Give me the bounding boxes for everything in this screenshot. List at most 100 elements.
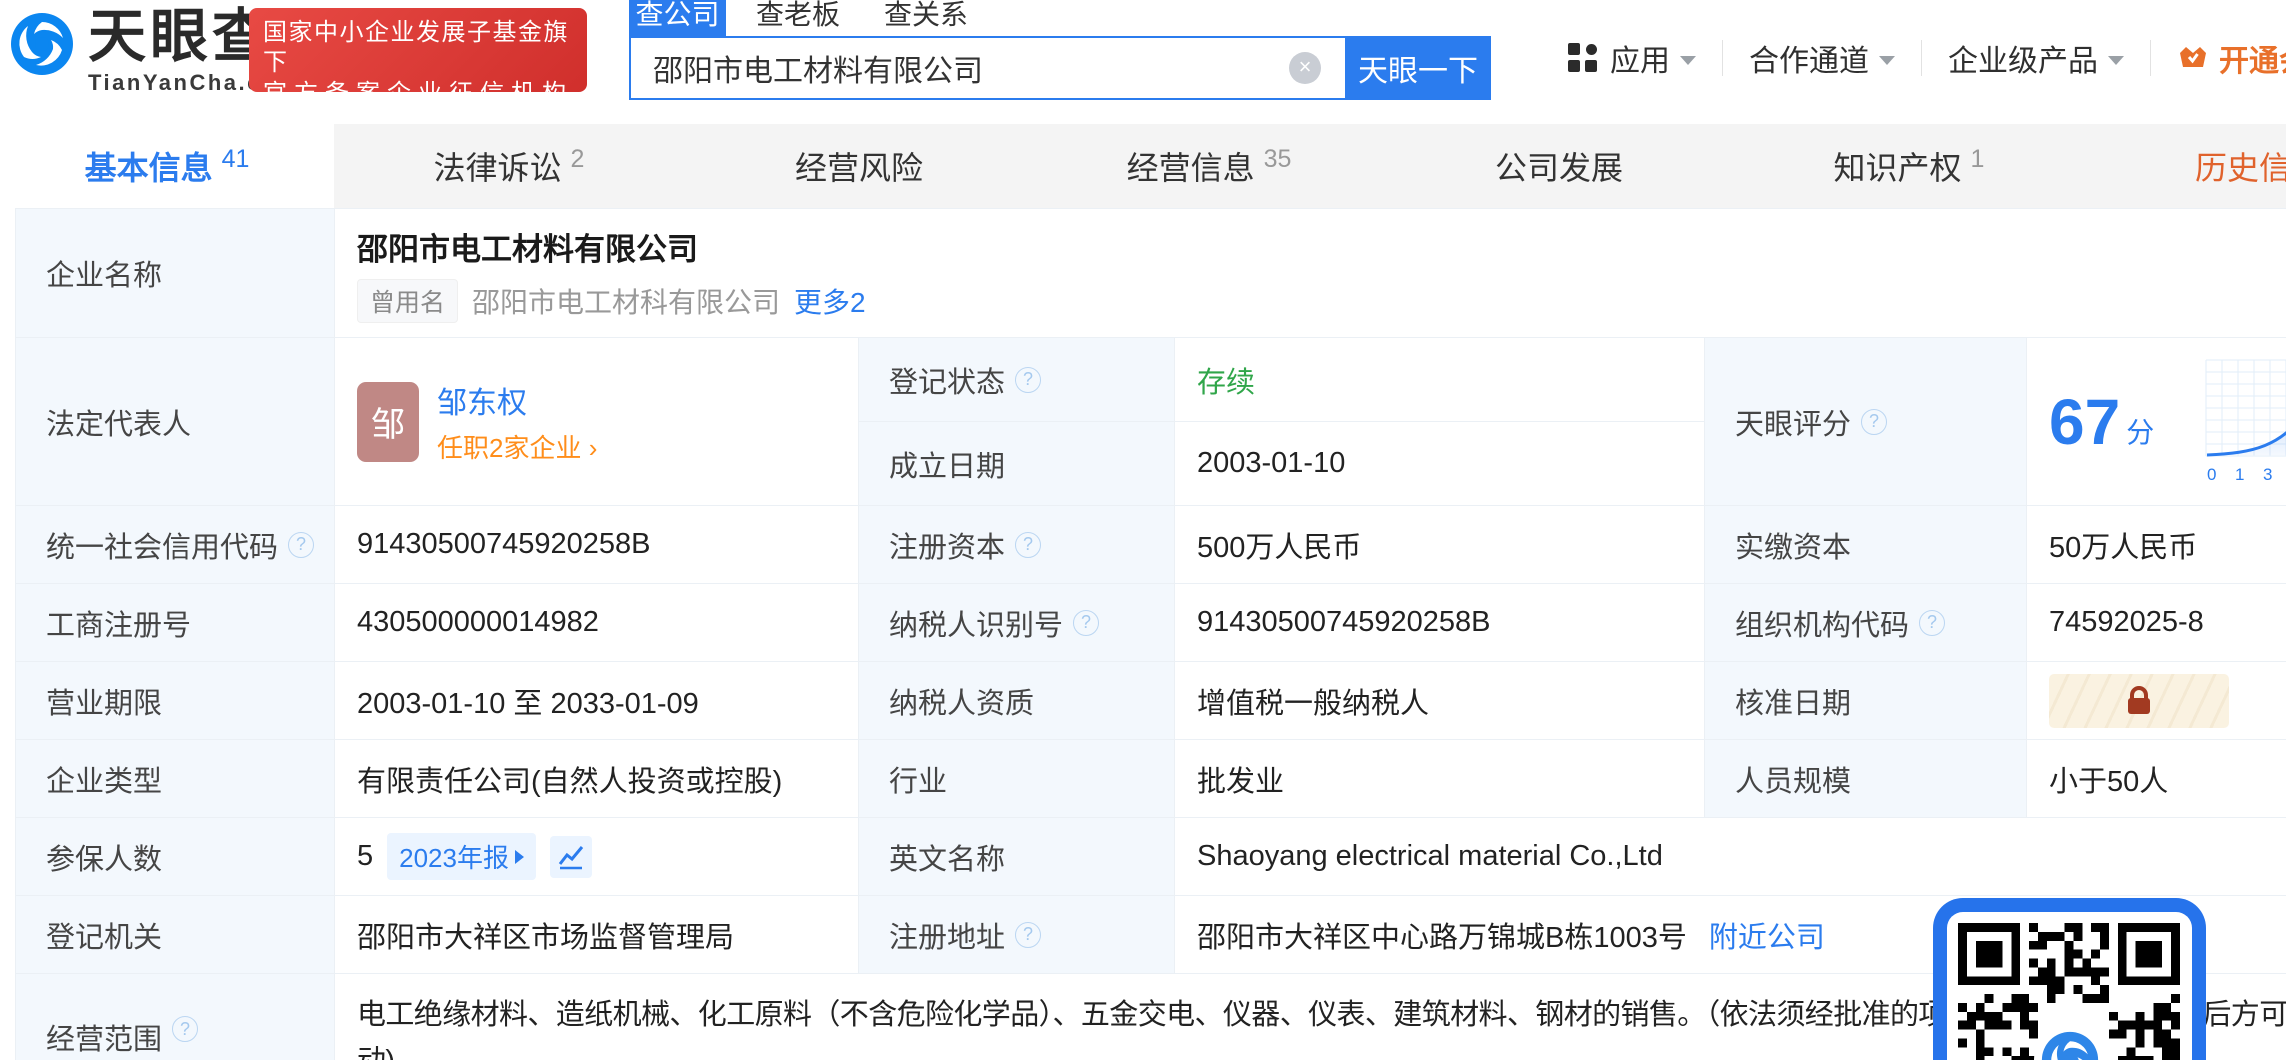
business-term-value: 2003-01-10 至 2033-01-09 <box>335 662 859 740</box>
menu-vip-label: 开通会员 <box>2219 36 2286 80</box>
help-icon[interactable]: ? <box>1015 922 1041 948</box>
chevron-right-icon: › <box>589 433 598 463</box>
tab-label: 知识产权 <box>1834 143 1962 189</box>
legal-rep-name-link[interactable]: 邹东权 <box>437 378 597 422</box>
legal-rep-positions-link[interactable]: 任职2家企业 › <box>437 428 597 465</box>
chevron-down-icon <box>1879 56 1895 65</box>
former-name: 邵阳市电工材科有限公司 <box>472 281 780 321</box>
help-icon[interactable]: ? <box>172 1016 198 1042</box>
tianyancha-swirl-icon <box>2040 1030 2100 1060</box>
chevron-down-icon <box>2108 56 2124 65</box>
vip-locked-field[interactable] <box>2049 674 2229 728</box>
legal-rep-avatar[interactable]: 邹 <box>357 382 419 462</box>
more-former-names-link[interactable]: 更多2 <box>794 281 866 321</box>
line-chart-icon <box>558 844 584 870</box>
nearby-companies-link[interactable]: 附近公司 <box>1709 914 1825 956</box>
tab-company-development[interactable]: 公司发展 <box>1384 124 1734 208</box>
value-text: 小于50人 <box>2049 758 2168 800</box>
label-text: 法定代表人 <box>46 401 191 443</box>
score-cell[interactable]: 67 分 <box>2027 338 2286 506</box>
search-tab-relation[interactable]: 查关系 <box>884 0 968 33</box>
search-input[interactable] <box>629 36 1345 100</box>
annual-report-link[interactable]: 2023年报 <box>387 833 536 880</box>
label-text: 核准日期 <box>1735 680 1851 722</box>
field-label-establish-date: 成立日期 <box>859 422 1175 506</box>
field-label-insured: 参保人数 <box>16 818 335 896</box>
tab-operation-risk[interactable]: 经营风险 <box>684 124 1034 208</box>
arrow-right-icon <box>515 850 524 864</box>
label-text: 经营范围 <box>46 1016 162 1058</box>
lock-icon <box>2126 686 2152 716</box>
help-icon[interactable]: ? <box>1073 610 1099 636</box>
menu-open-vip[interactable]: 开通会员 <box>2177 36 2286 80</box>
field-label-company-type: 企业类型 <box>16 740 335 818</box>
chart-tick-3: 3 <box>2263 465 2272 484</box>
help-icon[interactable]: ? <box>1919 610 1945 636</box>
label-text: 实缴资本 <box>1735 524 1851 566</box>
tab-count: 35 <box>1264 145 1292 174</box>
score-unit: 分 <box>2126 411 2154 451</box>
tab-label: 历史信息 <box>2195 143 2286 189</box>
tab-count: 41 <box>222 145 250 174</box>
insured-trend-chart-button[interactable] <box>550 836 592 878</box>
label-text: 行业 <box>889 758 947 800</box>
gov-badge-line1: 国家中小企业发展子基金旗下 <box>263 18 573 78</box>
value-text: 2003-01-10 至 2033-01-09 <box>357 680 699 722</box>
field-label-approval-date: 核准日期 <box>1705 662 2027 740</box>
label-text: 企业类型 <box>46 758 162 800</box>
score-mini-chart: 0 1 3 15 <box>2205 358 2286 486</box>
staff-size-value: 小于50人 <box>2027 740 2286 818</box>
label-text: 统一社会信用代码 <box>46 524 278 566</box>
help-icon[interactable]: ? <box>1015 367 1041 393</box>
search-tabs: 查公司 查老板 查关系 <box>629 0 1491 36</box>
english-name-value: Shaoyang electrical material Co.,Ltd <box>1175 818 2286 896</box>
company-name: 邵阳市电工材料有限公司 <box>357 224 698 269</box>
chart-tick-0: 0 <box>2207 465 2216 484</box>
field-label-business-scope: 经营范围 ? <box>16 974 335 1060</box>
tab-label: 经营信息 <box>1127 143 1255 189</box>
taxpayer-id-value: 91430500745920258B <box>1175 584 1705 662</box>
value-text: 500万人民币 <box>1197 524 1361 566</box>
label-text: 注册地址 <box>889 914 1005 956</box>
reg-status-value: 存续 <box>1175 338 1705 422</box>
search-tab-company[interactable]: 查公司 <box>629 0 726 36</box>
tianyancha-company-page: 天眼查 TianYanCha.com 国家中小企业发展子基金旗下 官方备案企业征… <box>0 0 2286 1060</box>
header: 天眼查 TianYanCha.com 国家中小企业发展子基金旗下 官方备案企业征… <box>0 0 2286 124</box>
credit-code-value: 91430500745920258B <box>335 506 859 584</box>
search-button[interactable]: 天眼一下 <box>1345 36 1491 100</box>
field-label-credit-code: 统一社会信用代码 ? <box>16 506 335 584</box>
menu-apps-label: 应用 <box>1610 36 1670 80</box>
tab-history-info[interactable]: 历史信息 <box>2084 124 2286 208</box>
chevron-down-icon <box>1680 56 1696 65</box>
menu-cooperation-label: 合作通道 <box>1749 36 1869 80</box>
tab-count: 2 <box>571 145 585 174</box>
section-tabbar: 基本信息 41 法律诉讼 2 经营风险 经营信息 35 公司发展 知识产权 1 <box>0 124 2286 208</box>
tab-legal-litigation[interactable]: 法律诉讼 2 <box>334 124 684 208</box>
label-text: 登记机关 <box>46 914 162 956</box>
status-badge: 存续 <box>1197 359 1255 401</box>
help-icon[interactable]: ? <box>1861 409 1887 435</box>
menu-enterprise-products[interactable]: 企业级产品 <box>1948 36 2124 80</box>
value-text: 91430500745920258B <box>357 528 651 561</box>
search-tab-boss[interactable]: 查老板 <box>756 0 840 33</box>
report-label: 2023年报 <box>399 838 509 875</box>
tab-intellectual-property[interactable]: 知识产权 1 <box>1734 124 2084 208</box>
value-text: 邵阳市大祥区市场监督管理局 <box>357 914 734 956</box>
company-type-value: 有限责任公司(自然人投资或控股) <box>335 740 859 818</box>
value-text: 增值税一般纳税人 <box>1197 680 1429 722</box>
value-text: 74592025-8 <box>2049 606 2204 639</box>
paid-capital-value: 50万人民币 <box>2027 506 2286 584</box>
value-text: 430500000014982 <box>357 606 599 639</box>
reg-capital-value: 500万人民币 <box>1175 506 1705 584</box>
field-label-company-name: 企业名称 <box>16 209 335 338</box>
value-text: 2003-01-10 <box>1197 447 1345 480</box>
menu-cooperation[interactable]: 合作通道 <box>1749 36 1895 80</box>
menu-apps[interactable]: 应用 <box>1568 36 1696 80</box>
help-icon[interactable]: ? <box>1015 532 1041 558</box>
clear-search-icon[interactable]: × <box>1289 52 1321 84</box>
top-menu: 应用 合作通道 企业级产品 开通会员 <box>1568 30 2286 86</box>
help-icon[interactable]: ? <box>288 532 314 558</box>
tab-basic-info[interactable]: 基本信息 41 <box>0 124 334 208</box>
label-text: 组织机构代码 <box>1735 602 1909 644</box>
tab-business-info[interactable]: 经营信息 35 <box>1034 124 1384 208</box>
